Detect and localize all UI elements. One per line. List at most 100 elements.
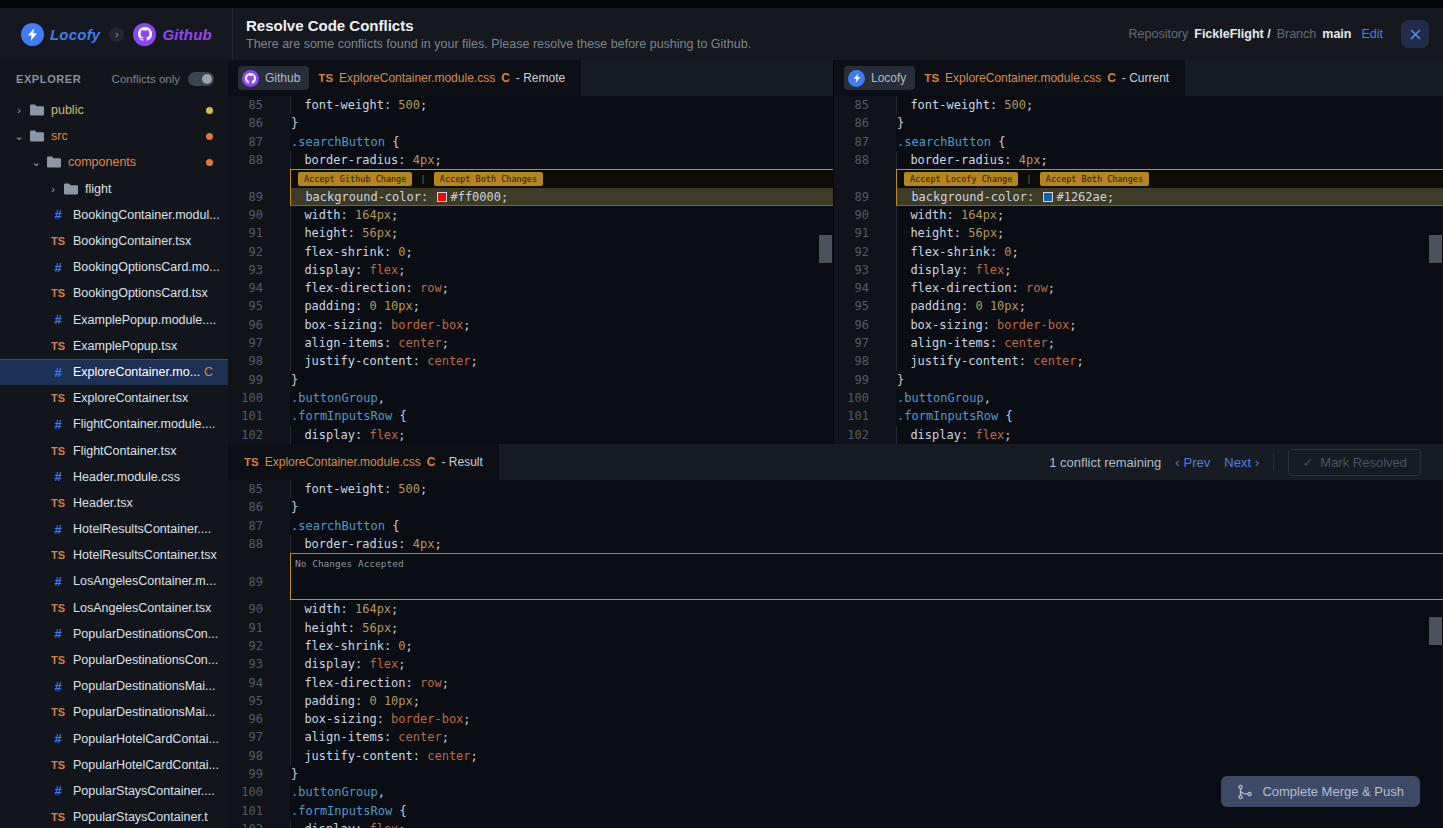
conflict-nav-bar: 1 conflict remaining ‹Prev Next› ✓ Mark … bbox=[1049, 444, 1443, 480]
complete-merge-push-button[interactable]: Complete Merge & Push bbox=[1221, 776, 1420, 807]
tree-file-bookingoptionscard-tsx[interactable]: TSBookingOptionsCard.tsx bbox=[0, 280, 228, 306]
code-line: 94flex-direction: row; bbox=[228, 674, 1443, 692]
tree-item-label: PopularDestinationsCon... bbox=[73, 627, 218, 641]
conflict-badge: C bbox=[427, 455, 436, 469]
line-number: 86 bbox=[228, 114, 290, 132]
tree-item-label: PopularDestinationsCon... bbox=[73, 653, 218, 667]
tree-folder-components[interactable]: ⌄components bbox=[0, 149, 228, 175]
status-dot bbox=[206, 159, 213, 166]
tree-file-bookingcontainer-tsx[interactable]: TSBookingContainer.tsx bbox=[0, 228, 228, 254]
header-text-zone: Resolve Code Conflicts There are some co… bbox=[233, 8, 1129, 60]
accept-change-button[interactable]: Accept Locofy Change bbox=[904, 172, 1018, 186]
tree-item-label: BookingOptionsCard.mo... bbox=[73, 260, 220, 274]
current-tab[interactable]: Locofy TS ExploreContainer.module.css C … bbox=[834, 60, 1185, 96]
status-dot bbox=[206, 107, 213, 114]
tree-file-flightcontainer-tsx[interactable]: TSFlightContainer.tsx bbox=[0, 437, 228, 463]
tree-item-label: LosAngelesContainer.tsx bbox=[73, 601, 211, 615]
line-number: 94 bbox=[228, 279, 290, 297]
mark-resolved-button[interactable]: ✓ Mark Resolved bbox=[1288, 449, 1421, 476]
code-line: 88border-radius: 4px; bbox=[834, 151, 1443, 169]
tree-file-popularhotelcardcontai-[interactable]: TSPopularHotelCardContai... bbox=[0, 752, 228, 778]
current-suffix: - Current bbox=[1122, 71, 1169, 85]
tree-file-bookingcontainer-modul-[interactable]: #BookingContainer.modul... bbox=[0, 202, 228, 228]
code-line: 95padding: 0 10px; bbox=[228, 297, 833, 315]
remote-tab[interactable]: Github TS ExploreContainer.module.css C … bbox=[228, 60, 581, 96]
tree-folder-src[interactable]: ⌄src bbox=[0, 123, 228, 149]
tree-file-populardestinationscon-[interactable]: #PopularDestinationsCon... bbox=[0, 621, 228, 647]
tree-file-populardestinationsmai-[interactable]: #PopularDestinationsMai... bbox=[0, 673, 228, 699]
tree-item-label: flight bbox=[85, 182, 111, 196]
tree-file-popularstayscontainer-[interactable]: #PopularStaysContainer.... bbox=[0, 778, 228, 804]
edit-button[interactable]: Edit bbox=[1361, 27, 1383, 41]
tree-file-hotelresultscontainer-[interactable]: #HotelResultsContainer.... bbox=[0, 516, 228, 542]
next-conflict-button[interactable]: Next› bbox=[1224, 455, 1259, 470]
github-source-pill: Github bbox=[238, 66, 309, 90]
tree-file-popularstayscontainer-t[interactable]: TSPopularStaysContainer.t bbox=[0, 804, 228, 828]
tree-file-examplepopup-tsx[interactable]: TSExamplePopup.tsx bbox=[0, 333, 228, 359]
close-icon bbox=[1410, 29, 1421, 40]
tree-item-label: PopularDestinationsMai... bbox=[73, 679, 215, 693]
typescript-icon: TS bbox=[50, 445, 66, 457]
chevron-left-icon: ‹ bbox=[1175, 455, 1179, 470]
code-line: 96box-sizing: border-box; bbox=[228, 710, 1443, 728]
line-number: 102 bbox=[228, 820, 290, 828]
locofy-brand-name: Locofy bbox=[50, 26, 100, 43]
tree-file-examplepopup-module-[interactable]: #ExamplePopup.module.... bbox=[0, 307, 228, 333]
code-line: 92flex-shrink: 0; bbox=[834, 243, 1443, 261]
css-module-icon: # bbox=[50, 260, 66, 275]
css-module-icon: # bbox=[50, 207, 66, 222]
line-number: 90 bbox=[228, 600, 290, 618]
no-changes-region: 89 No Changes Accepted bbox=[228, 553, 1443, 600]
result-tab[interactable]: TS ExploreContainer.module.css C - Resul… bbox=[228, 444, 499, 480]
tree-file-explorecontainer-mo-[interactable]: #ExploreContainer.mo...C bbox=[0, 359, 228, 385]
line-number: 96 bbox=[834, 316, 896, 334]
code-line: 90width: 164px; bbox=[228, 206, 833, 224]
prev-conflict-button[interactable]: ‹Prev bbox=[1175, 455, 1210, 470]
code-line: 97align-items: center; bbox=[228, 728, 1443, 746]
tree-file-hotelresultscontainer-tsx[interactable]: TSHotelResultsContainer.tsx bbox=[0, 542, 228, 568]
code-line: 90width: 164px; bbox=[834, 206, 1443, 224]
explorer-sidebar: EXPLORER Conflicts only ›public⌄src⌄comp… bbox=[0, 60, 228, 828]
no-changes-label: No Changes Accepted bbox=[295, 558, 404, 569]
line-number: 98 bbox=[228, 747, 290, 765]
github-brand-name: Github bbox=[162, 26, 212, 43]
tree-file-populardestinationsmai-[interactable]: TSPopularDestinationsMai... bbox=[0, 699, 228, 725]
tree-folder-flight[interactable]: ›flight bbox=[0, 176, 228, 202]
tree-file-header-tsx[interactable]: TSHeader.tsx bbox=[0, 490, 228, 516]
tree-file-losangelescontainer-tsx[interactable]: TSLosAngelesContainer.tsx bbox=[0, 595, 228, 621]
line-number: 87 bbox=[228, 133, 290, 151]
line-number: 91 bbox=[834, 224, 896, 242]
file-type-tag: TS bbox=[924, 72, 939, 84]
tree-file-populardestinationscon-[interactable]: TSPopularDestinationsCon... bbox=[0, 647, 228, 673]
conflicts-only-toggle[interactable] bbox=[188, 72, 214, 86]
code-line: 87.searchButton { bbox=[228, 517, 1443, 535]
tree-item-label: PopularHotelCardContai... bbox=[73, 758, 219, 772]
accept-change-button[interactable]: Accept Github Change bbox=[298, 172, 412, 186]
line-number: 88 bbox=[228, 151, 290, 169]
tree-folder-public[interactable]: ›public bbox=[0, 97, 228, 123]
line-number: 89 bbox=[834, 188, 896, 206]
folder-icon bbox=[30, 130, 44, 142]
accept-both-button[interactable]: Accept Both Changes bbox=[434, 172, 543, 186]
remote-code-editor: 85font-weight: 500;86}87.searchButton {8… bbox=[228, 96, 833, 444]
scrollbar-thumb[interactable] bbox=[819, 235, 832, 263]
tree-file-losangelescontainer-m-[interactable]: #LosAngelesContainer.m... bbox=[0, 568, 228, 594]
scrollbar-thumb[interactable] bbox=[1429, 235, 1442, 263]
tree-file-header-module-css[interactable]: #Header.module.css bbox=[0, 464, 228, 490]
tree-file-bookingoptionscard-mo-[interactable]: # BookingOptionsCard.mo... bbox=[0, 254, 228, 280]
chevron-right-icon: › bbox=[109, 27, 124, 42]
accept-both-button[interactable]: Accept Both Changes bbox=[1040, 172, 1149, 186]
close-button[interactable] bbox=[1401, 20, 1429, 48]
tree-file-popularhotelcardcontai-[interactable]: #PopularHotelCardContai... bbox=[0, 726, 228, 752]
tree-file-explorecontainer-tsx[interactable]: TSExploreContainer.tsx bbox=[0, 385, 228, 411]
remote-suffix: - Remote bbox=[516, 71, 565, 85]
code-line: 102display: flex; bbox=[834, 426, 1443, 444]
scrollbar-thumb[interactable] bbox=[1429, 617, 1442, 645]
line-number: 89 bbox=[228, 553, 290, 600]
code-line: 98justify-content: center; bbox=[228, 747, 1443, 765]
tree-file-flightcontainer-module-[interactable]: #FlightContainer.module.... bbox=[0, 411, 228, 437]
typescript-icon: TS bbox=[50, 287, 66, 299]
resolve-code-conflicts-window: Locofy › Github Resolve Code Conflicts T… bbox=[0, 0, 1443, 828]
line-number: 95 bbox=[834, 297, 896, 315]
folder-icon bbox=[47, 156, 61, 168]
